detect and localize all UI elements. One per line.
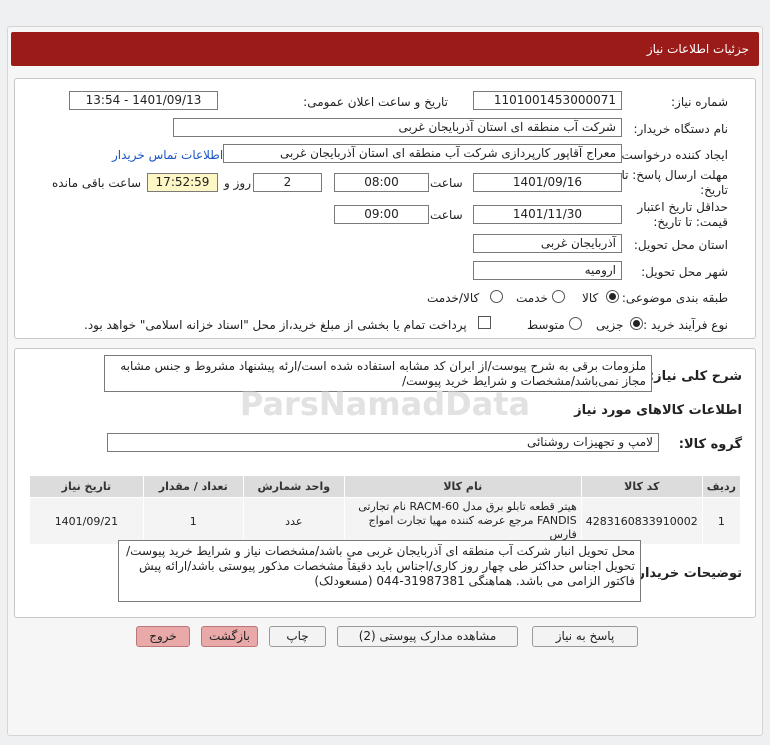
deadline-time-field[interactable]: 08:00 <box>334 173 429 192</box>
cell-name: هیتر قطعه تابلو برق مدل RACM-60 نام تجار… <box>343 497 582 545</box>
remaining-time-field: 17:52:59 <box>147 173 218 192</box>
announce-datetime-field[interactable]: 1401/09/13 - 13:54 <box>69 91 218 110</box>
province-field[interactable]: آذربایجان غربی <box>473 234 622 253</box>
purchase-option-medium: متوسط <box>527 318 565 332</box>
print-button[interactable]: چاپ <box>269 626 326 647</box>
cell-row: 1 <box>701 497 742 545</box>
page-title: جزئیات اطلاعات نیاز <box>11 32 759 66</box>
back-button[interactable]: بازگشت <box>201 626 258 647</box>
price-validity-time-field[interactable]: 09:00 <box>334 205 429 224</box>
deadline-time-label: ساعت <box>430 176 463 190</box>
col-unit: واحد شمارش <box>242 475 345 498</box>
cell-code: 4283160833910002 <box>580 497 703 545</box>
requester-field[interactable]: معراج آقاپور کارپردازی شرکت آب منطقه ای … <box>223 144 622 163</box>
deadline-label-line1: مهلت ارسال پاسخ: تا <box>621 168 728 182</box>
cell-qty: 1 <box>142 497 244 545</box>
need-number-field[interactable]: 1101001453000071 <box>473 91 622 110</box>
col-name: نام کالا <box>343 475 582 498</box>
purchase-radio-medium[interactable] <box>569 317 582 330</box>
purchase-option-minor: جزیی <box>596 318 624 332</box>
province-label: استان محل تحویل: <box>633 238 728 252</box>
deadline-days-label: روز و <box>224 176 251 190</box>
category-option-goods-service: کالا/خدمت <box>427 291 480 305</box>
col-row: ردیف <box>701 475 742 498</box>
cell-date: 1401/09/21 <box>29 497 144 545</box>
treasury-payment-checkbox[interactable] <box>478 316 491 329</box>
table-header-row: ردیف کد کالا نام کالا واحد شمارش تعداد /… <box>29 475 742 498</box>
col-date: تاریخ نیاز <box>29 475 144 498</box>
deadline-label-line2: تاریخ: <box>700 183 728 197</box>
category-option-goods: کالا <box>582 291 599 305</box>
table-row[interactable]: 1 4283160833910002 هیتر قطعه تابلو برق م… <box>29 497 742 545</box>
buyer-notes-text: محل تحویل انبار شرکت آب منطقه ای آذربایج… <box>118 540 641 602</box>
goods-section-title: اطلاعات کالاهای مورد نیاز <box>574 403 742 418</box>
need-number-label: شماره نیاز: <box>671 95 728 109</box>
category-option-service: خدمت <box>516 291 548 305</box>
treasury-payment-note: پرداخت تمام یا بخشی از مبلغ خرید،از محل … <box>84 318 467 332</box>
category-label: طبقه بندی موضوعی: <box>621 291 728 305</box>
category-radio-goods-service[interactable] <box>490 290 503 303</box>
price-validity-time-label: ساعت <box>430 208 463 222</box>
buyer-org-label: نام دستگاه خریدار: <box>633 122 729 136</box>
announce-datetime-label: تاریخ و ساعت اعلان عمومی: <box>303 95 448 109</box>
price-validity-date-field[interactable]: 1401/11/30 <box>473 205 622 224</box>
goods-table: ردیف کد کالا نام کالا واحد شمارش تعداد /… <box>29 475 742 545</box>
summary-text: ملزومات برقی به شرح پیوست/از ایران کد مش… <box>104 355 652 392</box>
purchase-type-label: نوع فرآیند خرید : <box>643 318 728 332</box>
buyer-contact-link[interactable]: اطلاعات تماس خریدار <box>112 148 223 162</box>
purchase-radio-minor[interactable] <box>630 317 643 330</box>
cell-unit: عدد <box>242 497 345 545</box>
requester-label: ایجاد کننده درخواست: <box>617 148 728 162</box>
reply-button[interactable]: پاسخ به نیاز <box>532 626 638 647</box>
col-code: کد کالا <box>580 475 703 498</box>
view-attachments-button[interactable]: مشاهده مدارک پیوستی (2) <box>337 626 518 647</box>
exit-button[interactable]: خروج <box>136 626 190 647</box>
deadline-days-field[interactable]: 2 <box>253 173 322 192</box>
summary-label: شرح کلی نیاز: <box>648 369 742 384</box>
remaining-time-label: ساعت باقی مانده <box>52 176 142 190</box>
deadline-date-field[interactable]: 1401/09/16 <box>473 173 622 192</box>
col-qty: تعداد / مقدار <box>142 475 244 498</box>
city-field[interactable]: ارومیه <box>473 261 622 280</box>
category-radio-goods[interactable] <box>606 290 619 303</box>
goods-group-field[interactable]: لامپ و تجهیزات روشنائی <box>107 433 659 452</box>
price-validity-label-line1: حداقل تاریخ اعتبار <box>637 200 728 214</box>
category-radio-service[interactable] <box>552 290 565 303</box>
buyer-notes-label: توضیحات خریدار: <box>632 566 742 581</box>
price-validity-label-line2: قیمت: تا تاریخ: <box>653 215 728 229</box>
city-label: شهر محل تحویل: <box>641 265 728 279</box>
buyer-org-field[interactable]: شرکت آب منطقه ای استان آذربایجان غربی <box>173 118 622 137</box>
goods-group-label: گروه کالا: <box>678 437 742 452</box>
